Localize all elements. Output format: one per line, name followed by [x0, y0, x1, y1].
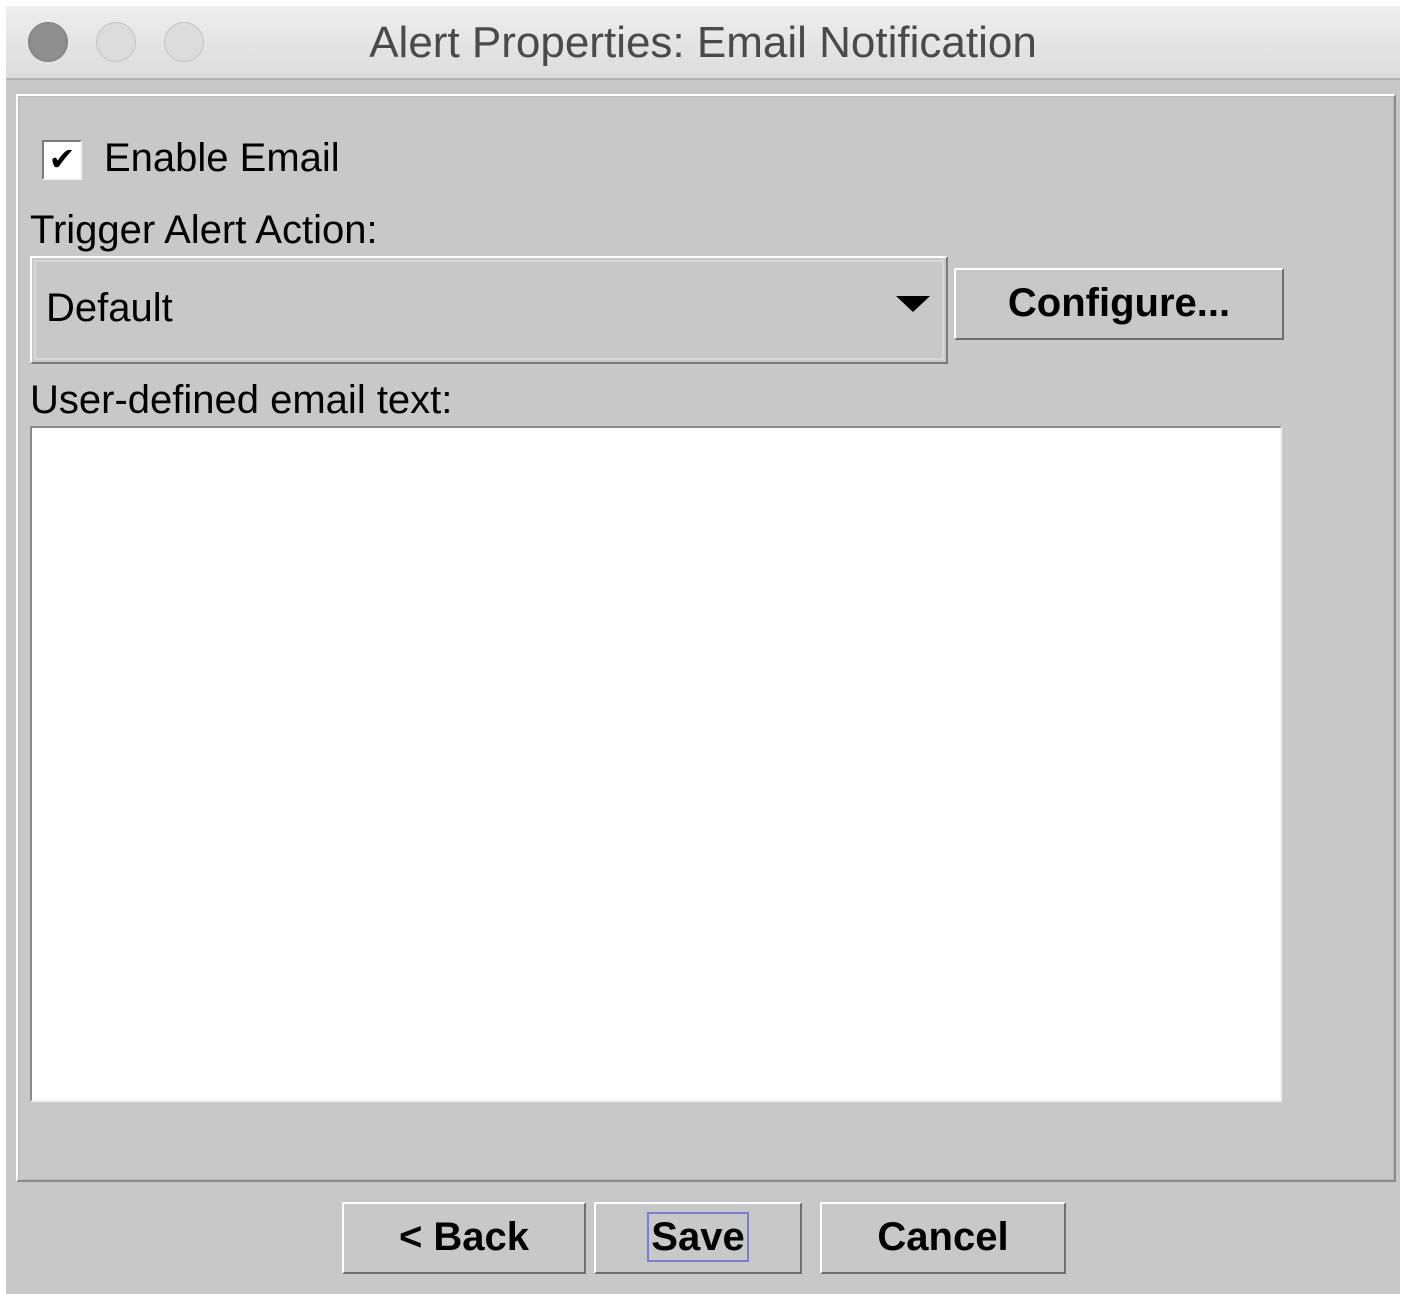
enable-email-checkbox[interactable]: ✔	[42, 140, 82, 180]
dialog-window: Alert Properties: Email Notification ✔ E…	[6, 6, 1400, 1294]
user-defined-email-text-area[interactable]	[30, 426, 1282, 1102]
configure-button[interactable]: Configure...	[954, 268, 1284, 340]
enable-email-label[interactable]: Enable Email	[104, 136, 340, 181]
minimize-window-button[interactable]	[96, 22, 136, 62]
zoom-window-button[interactable]	[164, 22, 204, 62]
save-button[interactable]: Save	[594, 1202, 802, 1274]
close-window-button[interactable]	[28, 22, 68, 62]
trigger-alert-action-dropdown[interactable]: Default	[30, 256, 948, 364]
window-title: Alert Properties: Email Notification	[369, 18, 1037, 67]
user-defined-email-text-label: User-defined email text:	[30, 378, 453, 422]
email-settings-panel: ✔ Enable Email Trigger Alert Action: Def…	[16, 94, 1396, 1182]
checkmark-icon: ✔	[48, 141, 76, 177]
title-bar[interactable]: Alert Properties: Email Notification	[6, 6, 1400, 80]
dropdown-selected-value: Default	[46, 286, 173, 330]
back-button[interactable]: < Back	[342, 1202, 586, 1274]
cancel-button[interactable]: Cancel	[820, 1202, 1066, 1274]
save-button-label: Save	[647, 1212, 749, 1262]
trigger-alert-action-label: Trigger Alert Action:	[30, 208, 378, 252]
chevron-down-icon[interactable]	[896, 296, 930, 312]
